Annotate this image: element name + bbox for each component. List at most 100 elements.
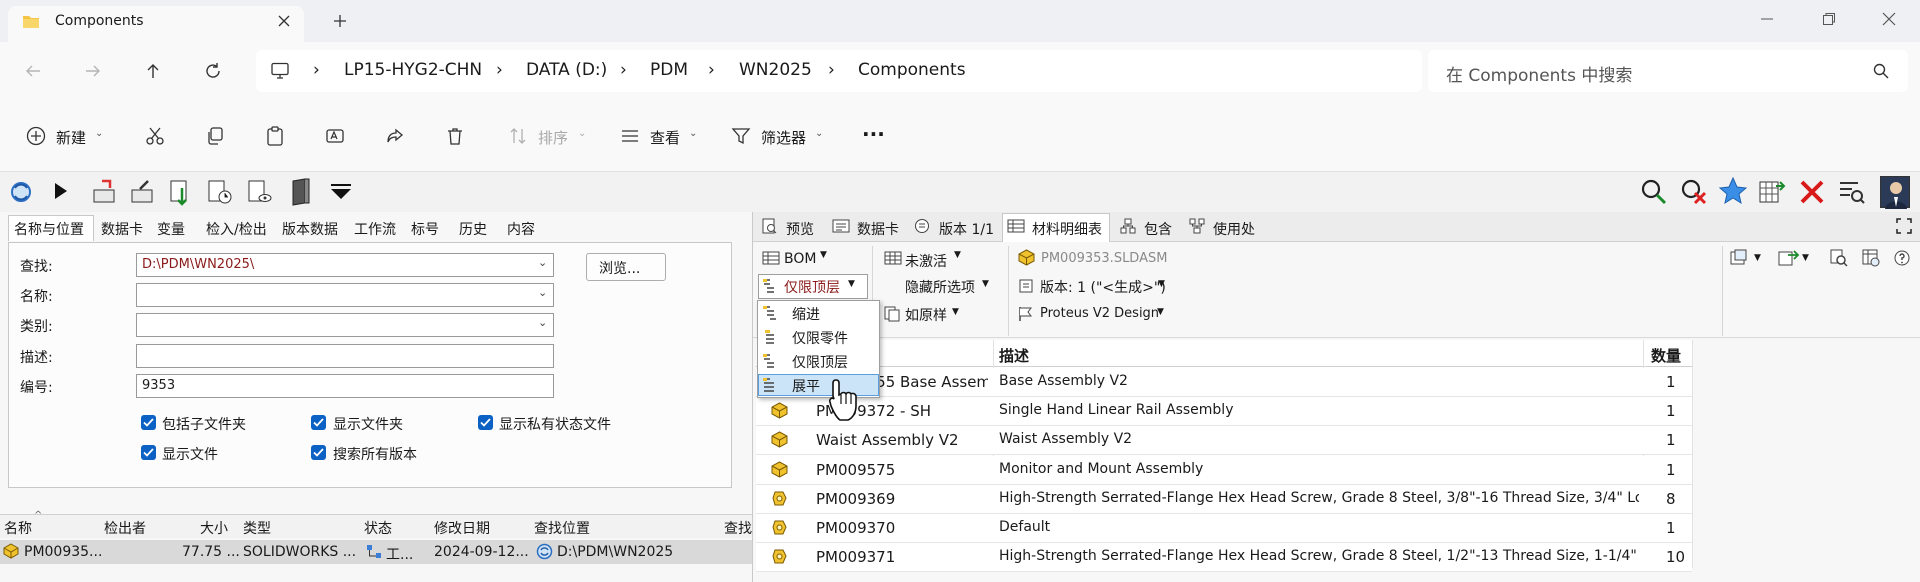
search-icon[interactable] [1873,63,1889,79]
breadcrumb-item[interactable]: LP15-HYG2-CHN [344,60,482,80]
hide-selected-dropdown[interactable]: 隐藏所选项 [905,277,975,297]
get-latest-icon[interactable] [168,178,194,206]
delete-icon[interactable] [445,126,465,146]
category-field[interactable] [136,313,554,337]
cut-icon[interactable] [145,126,165,146]
col-find[interactable]: 查找 [724,518,752,538]
breadcrumb-item[interactable]: WN2025 [739,60,812,80]
tab-label[interactable]: 标号 [411,219,439,239]
refresh-icon[interactable] [204,62,222,80]
show-folders-checkbox[interactable] [311,415,326,430]
inactive-dropdown[interactable]: 未激活 [905,251,947,271]
favorite-star-icon[interactable] [1718,176,1748,206]
chevron-down-icon[interactable]: ⌄ [538,286,547,299]
tab-version-data[interactable]: 版本数据 [282,219,338,239]
show-files-checkbox[interactable] [141,445,156,460]
rename-icon[interactable] [325,126,345,146]
close-red-x-icon[interactable] [1798,178,1826,206]
export-table-icon[interactable] [1758,178,1786,206]
col-size[interactable]: 大小 [200,518,228,538]
tab-contains[interactable]: 包含 [1144,219,1172,239]
bom-find-icon[interactable] [1830,249,1848,267]
col-modified[interactable]: 修改日期 [434,518,490,538]
more-options-button[interactable]: ··· [862,122,885,146]
dropdown-item-indent[interactable]: 缩进 [792,304,820,324]
pdm-refresh-icon[interactable] [7,178,35,206]
description-field[interactable] [136,344,554,368]
search-list-icon[interactable] [1838,178,1866,206]
tab-workflow[interactable]: 工作流 [354,219,396,239]
include-subfolders-checkbox[interactable] [141,415,156,430]
preview-icon[interactable] [246,178,274,206]
checkin-icon[interactable] [90,178,118,206]
back-icon[interactable] [24,62,42,80]
col-quantity[interactable]: 数量 [1651,345,1681,366]
history-icon[interactable] [206,178,234,206]
name-field[interactable] [136,283,554,307]
as-built-dropdown[interactable]: 如原样 [905,305,947,325]
paste-icon[interactable] [265,126,285,146]
col-checked-out-by[interactable]: 检出者 [104,518,146,538]
tab-history[interactable]: 历史 [459,219,487,239]
forward-icon[interactable] [84,62,102,80]
copy-icon[interactable] [205,126,225,146]
col-name[interactable]: 名称 [4,518,32,538]
col-state[interactable]: 状态 [364,518,392,538]
tab-where-used[interactable]: 使用处 [1213,219,1255,239]
new-button[interactable]: 新建 [56,127,86,148]
user-avatar[interactable] [1880,176,1910,209]
filter-button[interactable]: 筛选器 [761,127,806,148]
new-tab-icon[interactable] [332,13,348,29]
chevron-down-icon[interactable]: ⌄ [538,316,547,329]
breadcrumb-item[interactable]: PDM [650,60,688,80]
version-dropdown[interactable]: 版本: 1 ("<生成>") [1040,277,1166,297]
explorer-tab[interactable] [8,6,304,42]
share-icon[interactable] [385,126,405,146]
toolbar-dropdown-icon[interactable] [330,184,352,200]
col-description[interactable]: 描述 [999,345,1029,366]
design-dropdown[interactable]: Proteus V2 Design [1040,306,1159,321]
up-icon[interactable] [144,62,162,80]
tab-datacard[interactable]: 数据卡 [857,219,899,239]
col-location[interactable]: 查找位置 [534,518,590,538]
clear-search-icon[interactable] [1680,178,1708,206]
expand-icon[interactable] [1896,218,1912,234]
tab-datacard[interactable]: 数据卡 [101,219,143,239]
breadcrumb-item-current[interactable]: Components [858,60,966,80]
tab-checkin-out[interactable]: 检入/检出 [206,219,267,239]
search-green-icon[interactable] [1640,178,1668,206]
computer-icon[interactable] [270,62,290,80]
number-field[interactable] [136,374,554,398]
tab-name-location[interactable]: 名称与位置 [14,219,84,239]
bom-export-icon[interactable] [1778,249,1800,267]
book-icon[interactable] [290,178,312,206]
show-files-label: 显示文件 [162,447,218,463]
close-window-icon[interactable] [1882,12,1896,26]
bom-dropdown[interactable]: BOM [784,251,816,267]
bom-columns-icon[interactable] [1862,249,1880,267]
breadcrumb-item[interactable]: DATA (D:) [526,60,607,80]
dropdown-item-top-level[interactable]: 仅限顶层 [792,352,848,372]
help-icon[interactable] [1894,250,1910,266]
chevron-down-icon[interactable]: ⌄ [538,256,547,269]
file-name: PM00935... [24,544,103,560]
tab-version[interactable]: 版本 1/1 [939,219,994,239]
view-button[interactable]: 查看 [650,127,680,148]
close-tab-icon[interactable] [276,13,292,29]
tab-contents[interactable]: 内容 [507,219,535,239]
dropdown-item-flatten[interactable]: 展平 [792,376,820,396]
bom-save-icon[interactable] [1730,249,1752,267]
checkout-icon[interactable] [128,178,156,206]
minimize-icon[interactable] [1760,12,1774,26]
search-all-versions-checkbox[interactable] [311,445,326,460]
col-type[interactable]: 类型 [243,518,271,538]
play-icon[interactable] [54,182,68,200]
dropdown-item-parts-only[interactable]: 仅限零件 [792,328,848,348]
search-input[interactable]: 在 Components 中搜索 [1446,61,1632,86]
show-private-checkbox[interactable] [478,415,493,430]
tab-variables[interactable]: 变量 [157,219,185,239]
tab-preview[interactable]: 预览 [786,219,814,239]
sort-button[interactable]: 排序 [538,127,568,148]
tab-bom[interactable]: 材料明细表 [1032,219,1102,239]
restore-icon[interactable] [1822,12,1836,26]
